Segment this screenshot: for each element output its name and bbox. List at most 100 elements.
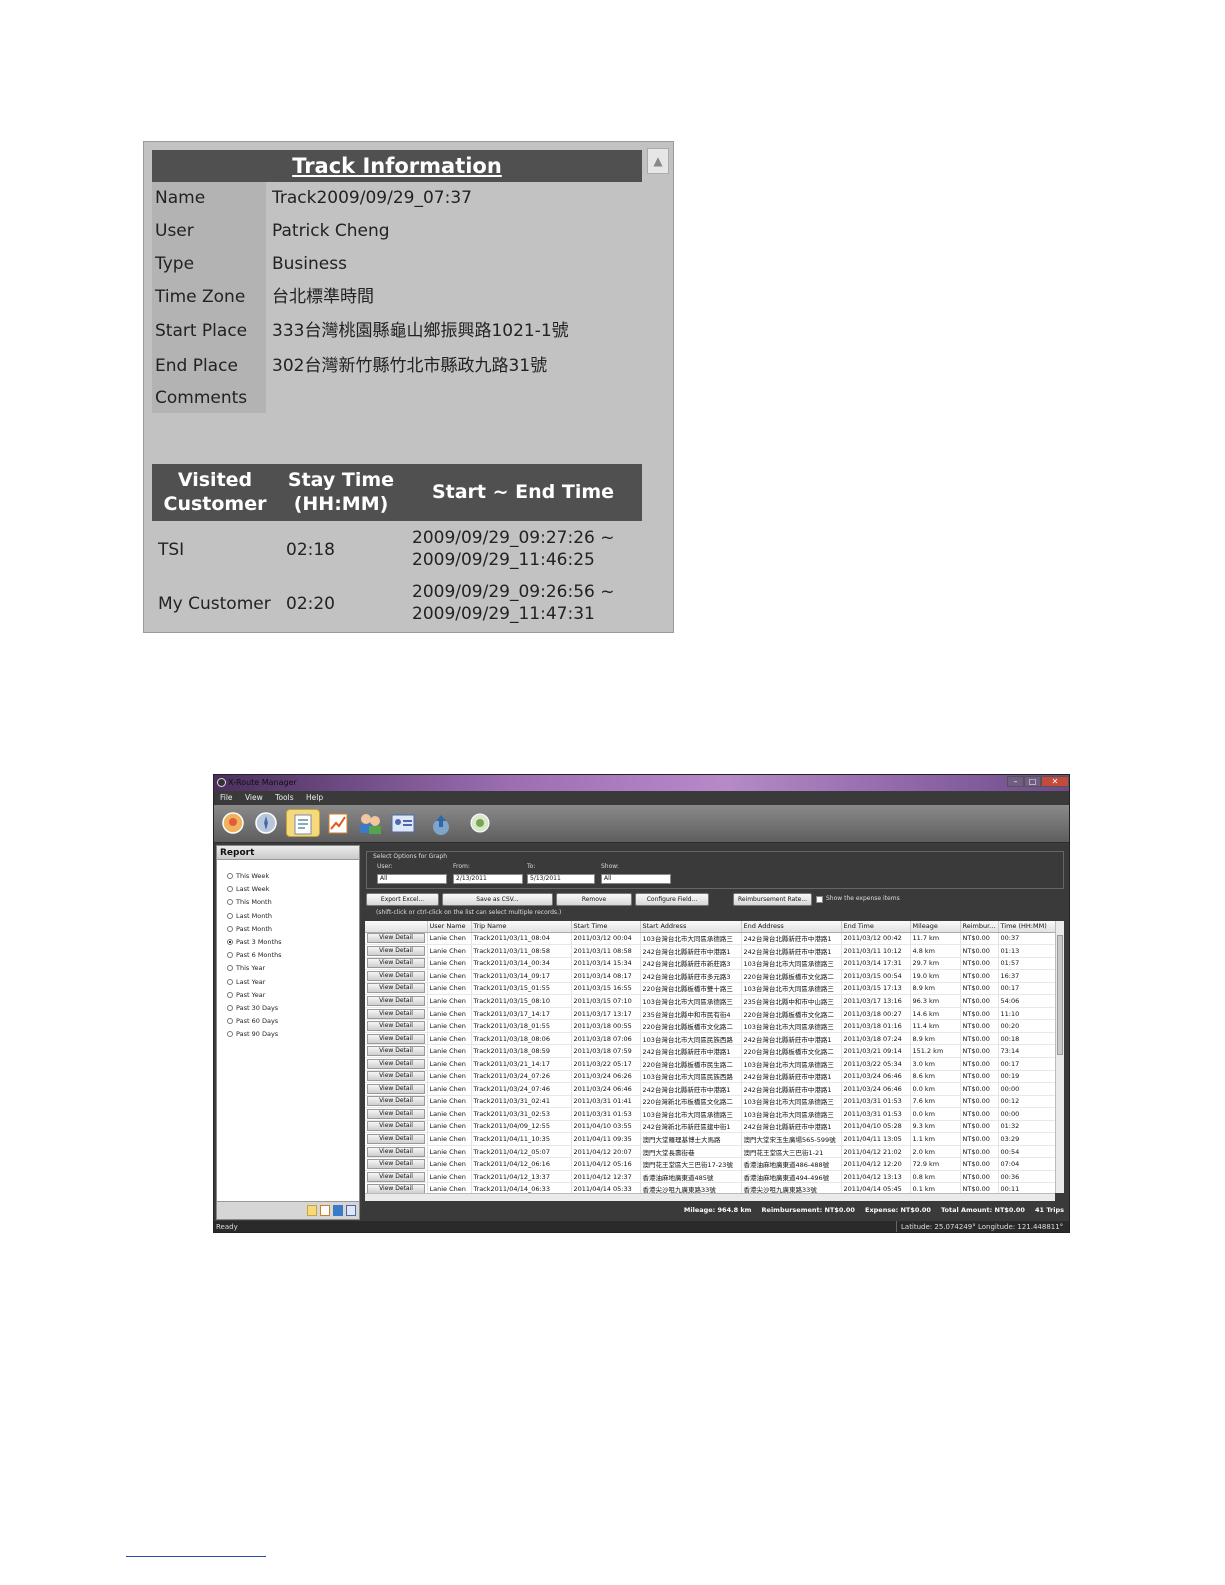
radio-button-icon[interactable] [227, 873, 233, 879]
menu-view[interactable]: View [245, 793, 263, 802]
report-option[interactable]: Last Week [227, 885, 269, 893]
table-row[interactable]: View Detail Lanie Chen Track2011/03/31_02:… [365, 1107, 1055, 1121]
configure-field-button[interactable]: Configure Field... [635, 893, 709, 906]
map-pin-tool-button[interactable] [219, 809, 247, 837]
report-option[interactable]: This Year [227, 964, 265, 972]
reimbursement-rate-button[interactable]: Reimbursement Rate... [733, 893, 812, 906]
compass-tool-button[interactable] [252, 809, 280, 837]
view-detail-button[interactable]: View Detail [367, 1146, 425, 1157]
view-detail-button[interactable]: View Detail [367, 1046, 425, 1057]
table-row[interactable]: View Detail Lanie Chen Track2011/04/12_05:… [365, 1145, 1055, 1159]
table-row[interactable]: View Detail Lanie Chen Track2011/04/14_06:… [365, 1182, 1055, 1193]
card-mini-icon[interactable] [346, 1205, 356, 1216]
radio-button-icon[interactable] [227, 991, 233, 998]
radio-button-icon[interactable] [227, 886, 233, 893]
report-option[interactable]: This Week [227, 872, 269, 880]
view-detail-button[interactable]: View Detail [367, 1108, 425, 1119]
menu-help[interactable]: Help [306, 793, 323, 802]
radio-button-icon[interactable] [227, 899, 233, 906]
export-excel-button[interactable]: Export Excel... [366, 893, 439, 906]
table-row[interactable]: View Detail Lanie Chen Track2011/03/11_08:… [365, 944, 1055, 958]
table-row[interactable]: View Detail Lanie Chen Track2011/03/17_14:… [365, 1007, 1055, 1021]
chart-tool-button[interactable] [324, 809, 352, 837]
vertical-scrollbar[interactable] [1055, 921, 1064, 1193]
report-tool-button[interactable] [286, 809, 320, 837]
view-detail-button[interactable]: View Detail [367, 1058, 425, 1069]
maximize-button[interactable]: □ [1024, 776, 1041, 787]
table-row[interactable]: View Detail Lanie Chen Track2011/03/18_08:… [365, 1032, 1055, 1046]
close-button[interactable]: ✕ [1041, 776, 1069, 787]
show-select[interactable]: All [601, 874, 671, 884]
show-expense-checkbox[interactable] [816, 896, 823, 903]
minimize-button[interactable]: – [1007, 776, 1024, 787]
menu-tools[interactable]: Tools [275, 793, 293, 802]
report-option[interactable]: Last Month [227, 912, 272, 920]
radio-button-icon[interactable] [227, 965, 233, 972]
users-mini-icon[interactable] [333, 1205, 343, 1216]
radio-button-icon[interactable] [227, 1018, 233, 1025]
settings-tool-button[interactable] [466, 809, 494, 837]
table-row[interactable]: View Detail Lanie Chen Track2011/03/14_00:… [365, 957, 1055, 971]
table-row[interactable]: View Detail Lanie Chen Track2011/03/14_09:… [365, 969, 1055, 983]
table-row[interactable]: View Detail Lanie Chen Track2011/03/21_14:… [365, 1057, 1055, 1071]
column-header[interactable]: Reimbur... [960, 921, 999, 933]
table-row[interactable]: View Detail Lanie Chen Track2011/03/24_07:… [365, 1082, 1055, 1096]
column-header[interactable]: Trip Name [471, 921, 572, 933]
customer-card-tool-button[interactable] [389, 809, 417, 837]
radio-button-icon[interactable] [227, 912, 233, 919]
table-row[interactable]: View Detail Lanie Chen Track2011/04/09_12:… [365, 1120, 1055, 1134]
contacts-tool-button[interactable] [356, 809, 384, 837]
table-row[interactable]: View Detail Lanie Chen Track2011/03/15_01:… [365, 982, 1055, 996]
view-detail-button[interactable]: View Detail [367, 1033, 425, 1044]
report-option[interactable]: Past Year [227, 991, 265, 999]
report-option[interactable]: This Month [227, 898, 272, 906]
table-row[interactable]: View Detail Lanie Chen Track2011/03/18_01:… [365, 1019, 1055, 1033]
view-detail-button[interactable]: View Detail [367, 970, 425, 981]
view-detail-button[interactable]: View Detail [367, 996, 425, 1006]
view-detail-button[interactable]: View Detail [367, 933, 425, 944]
column-header[interactable] [365, 921, 428, 933]
column-header[interactable]: End Time [841, 921, 911, 933]
view-detail-button[interactable]: View Detail [367, 958, 425, 969]
report-option[interactable]: Past Month [227, 925, 272, 933]
radio-button-icon[interactable] [227, 952, 233, 959]
report-option[interactable]: Last Year [227, 978, 265, 986]
view-detail-button[interactable]: View Detail [367, 1171, 425, 1182]
radio-button-icon[interactable] [227, 1005, 233, 1011]
view-detail-button[interactable]: View Detail [367, 945, 425, 956]
report-option[interactable]: Past 30 Days [227, 1004, 278, 1012]
view-detail-button[interactable]: View Detail [367, 1083, 425, 1094]
column-header[interactable]: Start Time [571, 921, 641, 933]
view-detail-button[interactable]: View Detail [367, 1071, 425, 1082]
horizontal-scrollbar[interactable] [365, 1193, 1055, 1201]
radio-button-icon[interactable] [227, 1031, 233, 1038]
report-option[interactable]: Past 6 Months [227, 951, 282, 959]
table-row[interactable]: View Detail Lanie Chen Track2011/03/18_08:… [365, 1044, 1055, 1058]
radio-button-icon[interactable] [227, 978, 233, 985]
report-option[interactable]: Past 3 Months [227, 938, 282, 946]
upload-tool-button[interactable] [427, 809, 455, 837]
column-header[interactable]: End Address [741, 921, 842, 933]
view-detail-button[interactable]: View Detail [367, 1121, 425, 1132]
chart-mini-icon[interactable] [320, 1205, 330, 1216]
view-detail-button[interactable]: View Detail [367, 983, 425, 994]
save-csv-button[interactable]: Save as CSV... [442, 893, 553, 906]
report-option[interactable]: Past 60 Days [227, 1017, 278, 1025]
remove-button[interactable]: Remove [556, 893, 632, 906]
column-header[interactable]: Start Address [640, 921, 742, 933]
view-detail-button[interactable]: View Detail [367, 1021, 425, 1032]
table-row[interactable]: View Detail Lanie Chen Track2011/03/11_08:… [365, 932, 1055, 946]
view-detail-button[interactable]: View Detail [367, 1008, 425, 1019]
view-detail-button[interactable]: View Detail [367, 1096, 425, 1107]
table-row[interactable]: View Detail Lanie Chen Track2011/04/12_06:… [365, 1157, 1055, 1171]
scroll-up-arrow-icon[interactable]: ▲ [647, 148, 669, 174]
table-row[interactable]: View Detail Lanie Chen Track2011/03/31_02:… [365, 1095, 1055, 1109]
radio-button-icon[interactable] [227, 925, 233, 932]
to-date-field[interactable]: 5/13/2011 [527, 874, 595, 884]
column-header[interactable]: Time (HH:MM) [998, 921, 1055, 933]
table-row[interactable]: View Detail Lanie Chen Track2011/03/24_07:… [365, 1070, 1055, 1084]
report-mini-icon[interactable] [307, 1205, 317, 1216]
from-date-field[interactable]: 2/13/2011 [453, 874, 523, 884]
table-row[interactable]: View Detail Lanie Chen Track2011/04/12_13:… [365, 1170, 1055, 1184]
view-detail-button[interactable]: View Detail [367, 1184, 425, 1193]
